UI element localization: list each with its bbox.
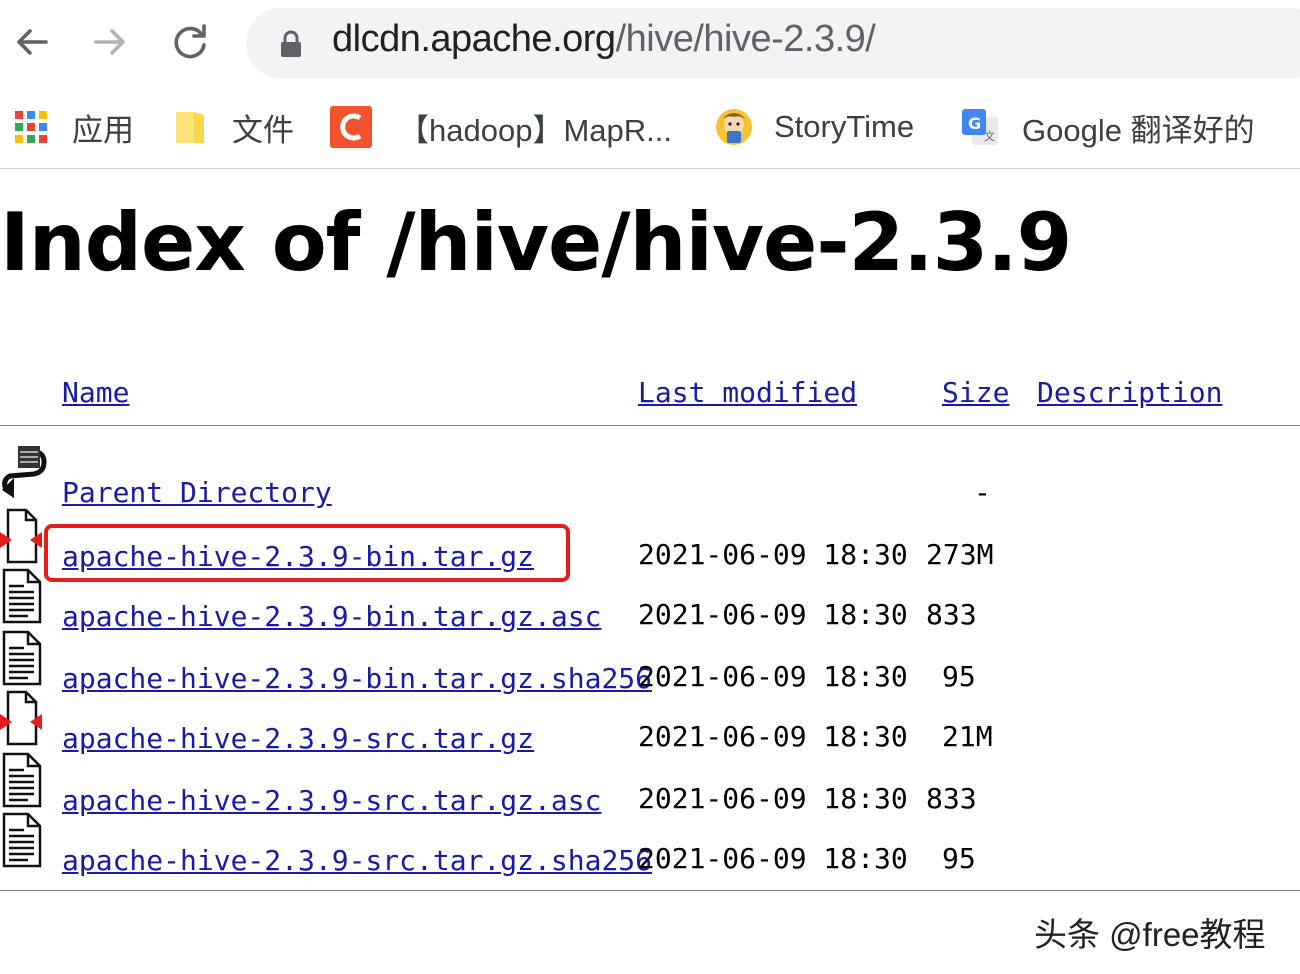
apps-grid-icon — [15, 111, 47, 143]
url-path: /hive/hive-2.3.9/ — [615, 18, 876, 60]
text-file-icon — [2, 752, 42, 808]
footer-divider — [0, 890, 1300, 891]
google-translate-icon: G 文 — [962, 109, 998, 145]
bookmark-label: StoryTime — [774, 109, 915, 144]
header-divider — [0, 425, 1300, 426]
bookmark-label: 文件 — [232, 112, 294, 148]
reload-button[interactable] — [162, 14, 218, 70]
csdn-icon — [330, 106, 372, 148]
table-row: apache-hive-2.3.9-bin.tar.gz.sha256 2021… — [0, 628, 1300, 695]
column-header-last-modified[interactable]: Last modified — [638, 376, 857, 409]
bookmark-apps[interactable]: 应用 — [14, 92, 134, 162]
bookmark-storytime[interactable]: StoryTime — [714, 92, 914, 162]
reload-icon — [174, 24, 206, 59]
storytime-icon — [716, 109, 752, 145]
bookmarks-bar: 应用 文件 【hadoop】MapR... StoryTime G 文 Goog… — [0, 92, 1300, 169]
forward-button[interactable] — [82, 14, 138, 70]
column-header-description[interactable]: Description — [1037, 376, 1222, 409]
bookmark-files[interactable]: 文件 — [174, 92, 294, 162]
modified-cell: 2021-06-09 18:30 — [638, 720, 908, 753]
bookmark-label: 应用 — [72, 112, 134, 148]
table-row: apache-hive-2.3.9-src.tar.gz.asc 2021-06… — [0, 750, 1300, 817]
lock-icon[interactable] — [280, 30, 302, 58]
watermark: 头条 @free教程 — [1034, 916, 1266, 953]
address-bar[interactable]: dlcdn.apache.org/hive/hive-2.3.9/ — [246, 8, 1300, 78]
compressed-file-icon — [0, 690, 42, 746]
forward-arrow-icon — [94, 29, 125, 55]
bookmark-hadoop[interactable]: 【hadoop】MapR... — [330, 92, 672, 162]
bookmark-label: Google 翻译好的 — [1022, 112, 1255, 148]
size-cell: 833 — [926, 598, 977, 631]
table-row: apache-hive-2.3.9-src.tar.gz 2021-06-09 … — [0, 688, 1300, 755]
column-header-name[interactable]: Name — [62, 376, 129, 409]
compressed-file-icon — [0, 508, 42, 564]
page-title: Index of /hive/hive-2.3.9 — [0, 196, 1072, 289]
text-file-icon — [2, 812, 42, 868]
file-link[interactable]: apache-hive-2.3.9-src.tar.gz.sha256 — [62, 844, 652, 877]
table-row: Parent Directory - — [0, 444, 1300, 509]
column-header-size[interactable]: Size — [942, 376, 1009, 409]
size-cell: 21M — [942, 720, 993, 753]
text-file-icon — [2, 568, 42, 624]
bookmark-label: 【hadoop】MapR... — [398, 112, 672, 148]
back-directory-icon — [2, 446, 47, 498]
highlight-box — [44, 524, 570, 582]
text-file-icon — [2, 630, 42, 686]
back-button[interactable] — [4, 14, 60, 70]
modified-cell: 2021-06-09 18:30 — [638, 598, 908, 631]
url-host: dlcdn.apache.org — [332, 18, 616, 60]
size-cell: - — [974, 476, 991, 509]
svg-text:G: G — [968, 114, 981, 133]
parent-directory-link[interactable]: Parent Directory — [62, 476, 332, 509]
table-row: apache-hive-2.3.9-src.tar.gz.sha256 2021… — [0, 810, 1300, 877]
url-text[interactable]: dlcdn.apache.org/hive/hive-2.3.9/ — [332, 18, 876, 61]
size-cell: 95 — [942, 842, 976, 875]
back-arrow-icon — [17, 29, 48, 55]
browser-toolbar: dlcdn.apache.org/hive/hive-2.3.9/ — [0, 0, 1300, 88]
bookmark-google-translate[interactable]: G 文 Google 翻译好的 — [960, 92, 1255, 162]
modified-cell: 2021-06-09 18:30 — [638, 842, 908, 875]
folder-icon — [176, 112, 204, 143]
svg-text:文: 文 — [984, 129, 995, 143]
